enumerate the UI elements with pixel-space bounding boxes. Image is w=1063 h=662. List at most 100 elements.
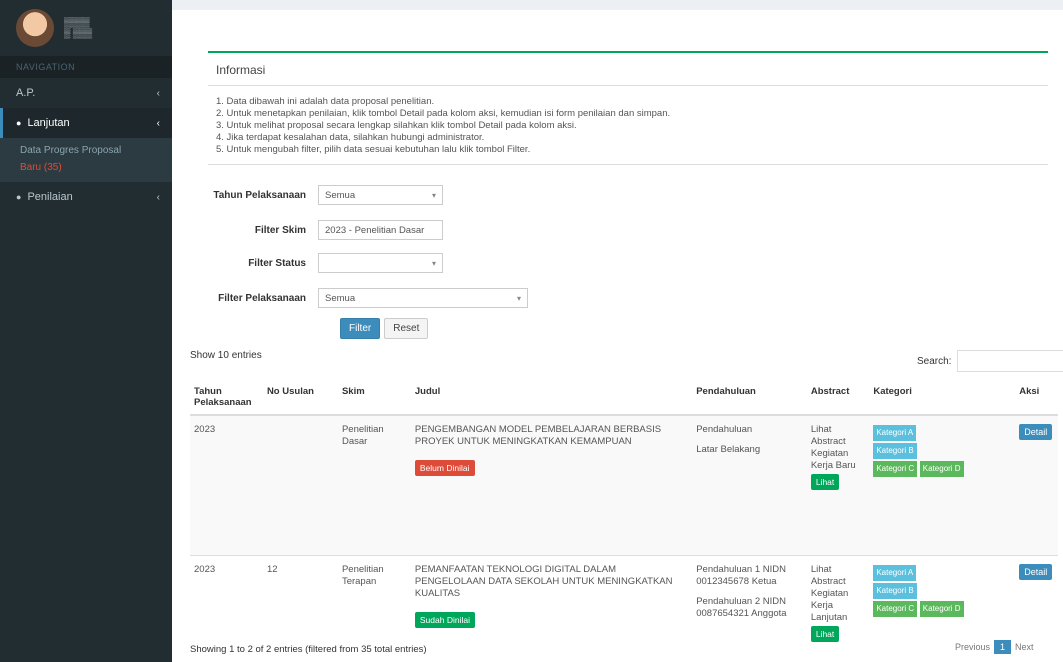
chevron-left-icon: ‹	[156, 87, 160, 99]
detail-button[interactable]: Detail	[1019, 563, 1053, 580]
sidebar: ▒▒▒▒ ▒ ▒▒▒ NAVIGATION A.P. ‹ ● Lanjutan …	[0, 0, 172, 662]
col-header-pendahuluan[interactable]: Pendahuluan	[692, 380, 807, 416]
filter-skim-value: 2023 - Penelitian Dasar	[325, 224, 425, 236]
show-entries[interactable]: Show 10 entries	[190, 350, 262, 361]
col-header-abstract[interactable]: Abstract	[806, 380, 870, 416]
avatar[interactable]	[16, 9, 54, 47]
user-name: ▒▒▒▒	[64, 17, 90, 27]
filter-buttons: Filter Reset	[340, 318, 429, 339]
user-meta: ▒▒▒▒ ▒ ▒▒▒	[64, 17, 92, 39]
col-header-skim[interactable]: Skim	[337, 380, 411, 416]
info-box: Informasi 1. Data dibawah ini adalah dat…	[208, 51, 1048, 173]
filter-skim-row: Filter Skim 2023 - Penelitian Dasar	[208, 220, 443, 240]
info-line: 3. Untuk melihat proposal secara lengkap…	[216, 120, 577, 131]
category-tag: Kategori D	[919, 461, 964, 477]
sidebar-subitem-baru[interactable]: Baru (35)	[0, 159, 172, 176]
category-tag: Kategori A	[873, 564, 917, 581]
filter-year-select[interactable]: Semua ▾	[318, 185, 443, 205]
filter-year-label: Tahun Pelaksanaan	[213, 189, 306, 201]
sidebar-item-ap[interactable]: A.P. ‹	[0, 78, 172, 108]
table-row: 2023 Penelitian Dasar PENGEMBANGAN MODEL…	[190, 414, 1058, 555]
pagination: Previous 1 Next	[955, 640, 1034, 654]
user-status: ▒ ▒▒▒	[64, 28, 93, 38]
circle-icon: ●	[16, 192, 22, 202]
filter-pelaksanaan-label: Filter Pelaksanaan	[218, 292, 306, 304]
filter-status-row: Filter Status ▾	[208, 253, 443, 273]
category-tag: Kategori C	[873, 600, 918, 617]
prev-page-button[interactable]: Previous	[955, 642, 990, 652]
search-input[interactable]	[957, 350, 1063, 372]
filter-status-select[interactable]: ▾	[318, 253, 443, 273]
reset-button[interactable]: Reset	[384, 318, 429, 339]
filter-skim-select[interactable]: 2023 - Penelitian Dasar	[318, 220, 443, 240]
filter-pelaksanaan-select[interactable]: Semua ▾	[318, 288, 528, 308]
sidebar-header: NAVIGATION	[0, 56, 172, 78]
chevron-down-icon: ▾	[431, 190, 436, 200]
category-tag: Kategori D	[919, 600, 964, 617]
abstract-text: Lihat Abstract Kegiatan Kerja Lanjutan	[810, 563, 849, 623]
chevron-left-icon: ‹	[156, 117, 160, 129]
next-page-button[interactable]: Next	[1015, 642, 1034, 652]
cell-pendahuluan: Pendahuluan Latar Belakang	[692, 414, 807, 555]
cell-judul: PENGEMBANGAN MODEL PEMBELAJARAN BERBASIS…	[410, 414, 693, 555]
col-header-no[interactable]: No Usulan	[262, 380, 338, 416]
cell-aksi: Detail	[1015, 414, 1058, 555]
abstract-button[interactable]: Lihat	[810, 474, 840, 490]
pendahuluan-a: Pendahuluan	[696, 424, 753, 435]
filter-year-value: Semua	[325, 189, 356, 201]
sidebar-item-penilaian[interactable]: ● Penilaian ‹	[0, 182, 172, 212]
cell-skim: Penelitian Dasar	[337, 414, 411, 555]
sidebar-item-label: A.P.	[16, 87, 36, 99]
user-panel: ▒▒▒▒ ▒ ▒▒▒	[0, 0, 172, 56]
table-search: Search:	[917, 350, 1063, 372]
filter-status-label: Filter Status	[248, 257, 306, 269]
info-line: 4. Jika terdapat kesalahan data, silahka…	[216, 132, 485, 143]
divider	[208, 164, 1048, 165]
abstract-button[interactable]: Lihat	[810, 625, 840, 642]
category-tag: Kategori C	[873, 461, 918, 477]
table-header-row: Tahun Pelaksanaan No Usulan Skim Judul P…	[190, 380, 1058, 416]
cell-no	[262, 414, 338, 555]
chevron-down-icon: ▾	[431, 258, 436, 268]
cell-judul: PEMANFAATAN TEKNOLOGI DIGITAL DALAM PENG…	[410, 554, 693, 662]
filter-skim-label: Filter Skim	[254, 224, 306, 236]
sidebar-submenu: Data Progres Proposal Baru (35)	[0, 138, 172, 182]
status-badge: Sudah Dinilai	[414, 611, 475, 628]
col-header-aksi[interactable]: Aksi	[1015, 380, 1058, 416]
judul-text: PENGEMBANGAN MODEL PEMBELAJARAN BERBASIS…	[414, 424, 662, 447]
category-tag: Kategori B	[873, 582, 917, 599]
col-header-judul[interactable]: Judul	[410, 380, 693, 416]
sidebar-item-label: Lanjutan	[27, 117, 70, 129]
circle-icon: ●	[16, 118, 22, 128]
cell-kategori: Kategori A Kategori B Kategori C Kategor…	[869, 414, 1016, 555]
info-text: 1. Data dibawah ini adalah data proposal…	[208, 86, 1048, 156]
status-badge: Belum Dinilai	[414, 460, 475, 476]
table-info: Showing 1 to 2 of 2 entries (filtered fr…	[190, 644, 427, 655]
cell-year: 2023	[190, 414, 263, 555]
chevron-left-icon: ‹	[156, 191, 160, 203]
top-strip	[172, 0, 1063, 10]
col-header-kategori[interactable]: Kategori	[869, 380, 1016, 416]
abstract-text: Lihat Abstract Kegiatan Kerja Baru	[810, 424, 856, 471]
sidebar-subitem-progres[interactable]: Data Progres Proposal	[0, 142, 172, 159]
category-tag: Kategori A	[873, 425, 917, 441]
judul-text: PEMANFAATAN TEKNOLOGI DIGITAL DALAM PENG…	[414, 563, 673, 599]
filter-pelaksanaan-row: Filter Pelaksanaan Semua ▾	[208, 288, 528, 308]
info-line: 5. Untuk mengubah filter, pilih data ses…	[216, 144, 531, 155]
sidebar-item-lanjutan[interactable]: ● Lanjutan ‹	[0, 108, 172, 138]
info-line: 1. Data dibawah ini adalah data proposal…	[216, 96, 435, 107]
detail-button[interactable]: Detail	[1019, 424, 1053, 440]
proposal-table: Tahun Pelaksanaan No Usulan Skim Judul P…	[190, 380, 1058, 662]
cell-abstract: Lihat Abstract Kegiatan Kerja Lanjutan L…	[806, 554, 870, 662]
info-line: 2. Untuk menetapkan penilaian, klik tomb…	[216, 108, 671, 119]
box-title: Informasi	[216, 63, 266, 77]
filter-pelaksanaan-value: Semua	[325, 292, 356, 304]
cell-pendahuluan: Pendahuluan 1 NIDN 0012345678 Ketua Pend…	[692, 554, 807, 662]
col-header-year[interactable]: Tahun Pelaksanaan	[190, 380, 263, 416]
page-button-current[interactable]: 1	[994, 640, 1012, 654]
pendahuluan-a: Pendahuluan 1 NIDN 0012345678 Ketua	[696, 563, 787, 587]
category-tag: Kategori B	[873, 443, 917, 459]
filter-button[interactable]: Filter	[340, 318, 381, 339]
chevron-down-icon: ▾	[516, 293, 521, 303]
pendahuluan-b: Latar Belakang	[696, 444, 761, 455]
